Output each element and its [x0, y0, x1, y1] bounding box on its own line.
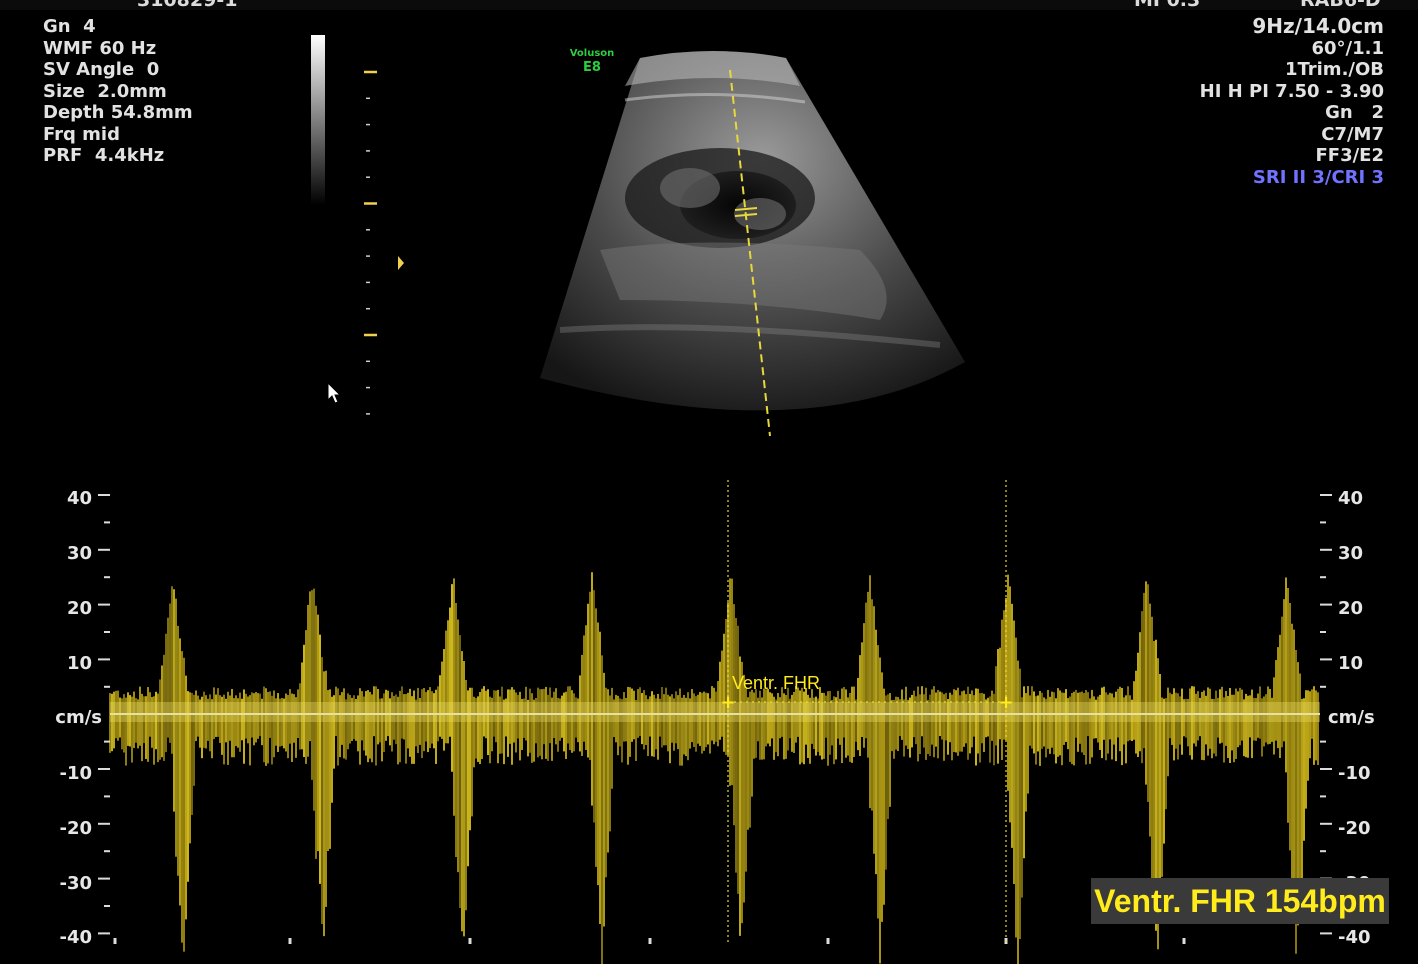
caliper-plus-right: +	[998, 692, 1013, 713]
ultrasound-canvas: 40 30 20 10 cm/s -10 -20 -30 -40 40 30 2…	[55, 51, 1375, 964]
caliper-plus-left: +	[720, 692, 735, 713]
tick-label-right-30: 30	[1338, 543, 1363, 564]
mouse-pointer-icon	[327, 382, 342, 404]
tick-label-right-10: 10	[1338, 653, 1363, 674]
unit-label-right: cm/s	[1328, 707, 1375, 728]
tick-label-left-neg20: -20	[59, 818, 92, 839]
tick-label-right-neg40: -40	[1338, 927, 1371, 948]
tick-label-right-neg20: -20	[1338, 818, 1371, 839]
bmode-sector-image	[540, 51, 965, 411]
tick-label-left-10: 10	[67, 653, 92, 674]
tick-label-left-neg30: -30	[59, 873, 92, 894]
focus-triangle-icon	[398, 256, 404, 270]
tick-label-left-30: 30	[67, 543, 92, 564]
tick-label-left-neg40: -40	[59, 927, 92, 948]
tick-label-left-20: 20	[67, 598, 92, 619]
depth-scale	[364, 70, 377, 415]
caliper-label: Ventr. FHR	[732, 673, 820, 693]
tick-label-right-neg10: -10	[1338, 763, 1371, 784]
tick-label-right-40: 40	[1338, 488, 1363, 509]
unit-label-left: cm/s	[55, 707, 102, 728]
fhr-result-box: Ventr. FHR 154bpm	[1091, 878, 1389, 924]
tick-label-left-40: 40	[67, 488, 92, 509]
velocity-scale-left: 40 30 20 10 cm/s -10 -20 -30 -40	[55, 488, 102, 948]
tick-label-right-20: 20	[1338, 598, 1363, 619]
tick-label-left-neg10: -10	[59, 763, 92, 784]
